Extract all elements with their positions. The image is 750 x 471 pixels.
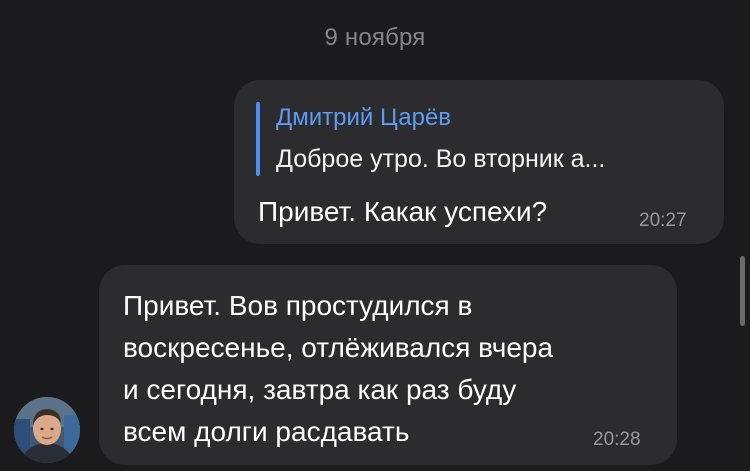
message-bubble-outgoing[interactable]: Дмитрий Царёв Доброе утро. Во вторник а.… — [234, 80, 724, 244]
reply-preview: Доброе утро. Во вторник а... — [276, 145, 606, 173]
message-text: Привет. Вов простудился в воскресенье, о… — [123, 285, 663, 453]
message-line: Привет. Вов простудился в — [123, 290, 473, 321]
message-time: 20:27 — [639, 210, 687, 231]
message-line: и сегодня, завтра как раз буду — [123, 374, 517, 405]
message-bubble-incoming[interactable]: Привет. Вов простудился в воскресенье, о… — [99, 265, 677, 465]
message-line: воскресенье, отлёживался вчера — [123, 332, 554, 363]
reply-bar — [256, 102, 260, 176]
message-text: Привет. Какак успехи? — [258, 196, 548, 227]
sender-avatar[interactable] — [14, 397, 80, 463]
scrollbar[interactable] — [740, 256, 745, 326]
date-separator: 9 ноября — [324, 24, 426, 51]
message-time: 20:28 — [593, 429, 641, 450]
user-avatar-icon — [14, 397, 80, 463]
message-line: всем долги расдавать — [123, 416, 410, 447]
reply-author: Дмитрий Царёв — [276, 104, 452, 131]
reply-quote[interactable]: Дмитрий Царёв Доброе утро. Во вторник а.… — [256, 100, 696, 176]
